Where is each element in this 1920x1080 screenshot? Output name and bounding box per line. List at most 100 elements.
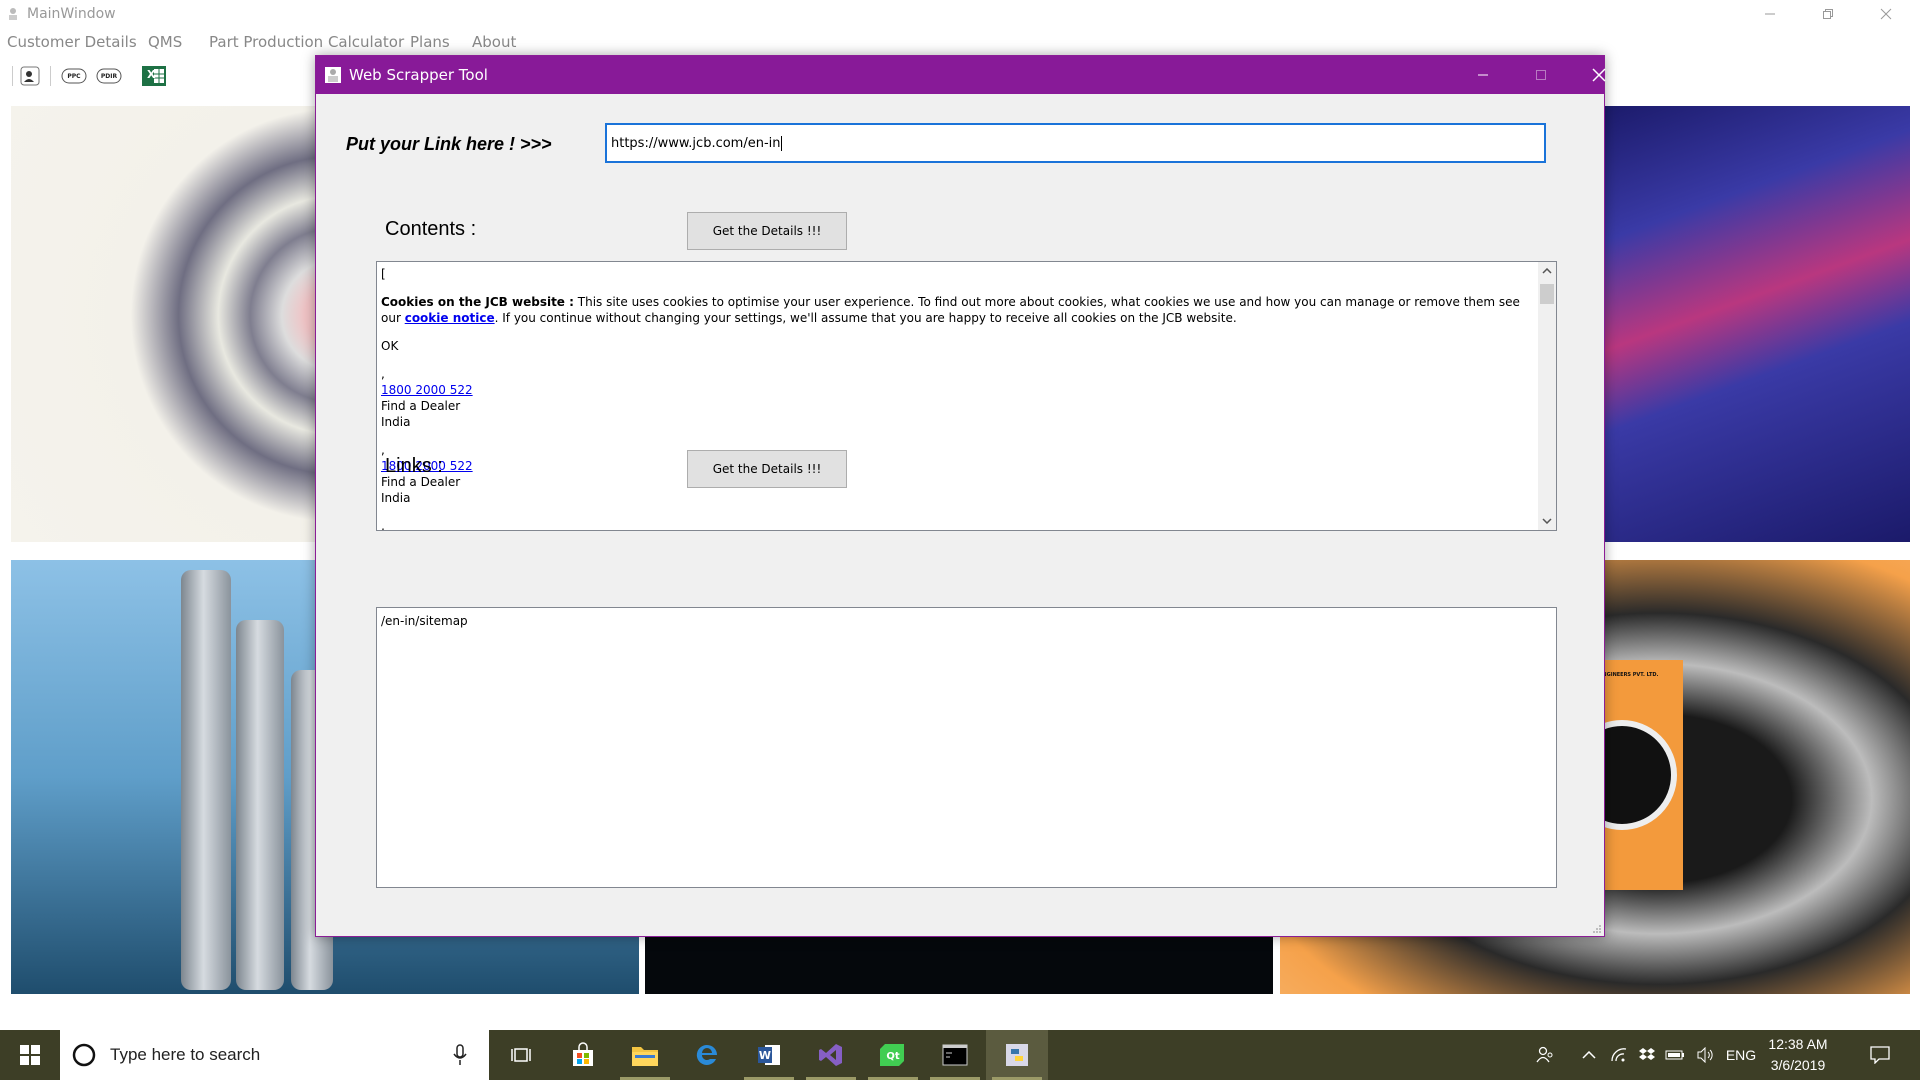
- cookie-heading: Cookies on the JCB website :: [381, 295, 574, 309]
- url-label: Put your Link here ! >>>: [346, 134, 552, 154]
- taskbar-store[interactable]: [552, 1030, 614, 1080]
- toolbar-separator: [12, 66, 13, 86]
- list-separator: ,: [381, 443, 385, 457]
- cortana-icon: [72, 1043, 96, 1067]
- scrollbar-thumb[interactable]: [1540, 284, 1554, 304]
- menu-customer-details[interactable]: Customer Details: [7, 33, 137, 51]
- volume-button[interactable]: [1692, 1030, 1718, 1080]
- contents-label: Contents :: [385, 218, 477, 240]
- visual-studio-icon: [819, 1044, 842, 1066]
- battery-icon: [1665, 1050, 1684, 1060]
- contents-text: [ Cookies on the JCB website : This site…: [381, 266, 1531, 531]
- country-text: India: [381, 415, 411, 429]
- task-view-button[interactable]: [490, 1030, 552, 1080]
- phone-link[interactable]: 1800 2000 522: [381, 383, 473, 397]
- speaker-icon: [1697, 1047, 1713, 1063]
- word-icon: W: [758, 1045, 780, 1065]
- country-text: India: [381, 491, 411, 505]
- show-hidden-icons-button[interactable]: [1576, 1030, 1602, 1080]
- close-icon: [1880, 8, 1892, 20]
- background-image-abstract: [1597, 106, 1910, 542]
- dialog-title: Web Scrapper Tool: [349, 66, 488, 84]
- network-button[interactable]: [1606, 1030, 1632, 1080]
- microphone-icon[interactable]: [453, 1044, 467, 1066]
- contents-open-bracket: [: [381, 267, 386, 281]
- get-contents-button[interactable]: Get the Details !!!: [687, 212, 847, 250]
- taskbar-file-explorer[interactable]: [614, 1030, 676, 1080]
- toolbar-ppc-button[interactable]: PPC: [60, 62, 88, 90]
- scroll-up-arrow[interactable]: [1538, 262, 1556, 280]
- resize-grip-icon[interactable]: [1592, 924, 1602, 934]
- toolbar-excel-button[interactable]: X: [140, 62, 168, 90]
- app-icon: [9, 8, 17, 20]
- find-dealer-text: Find a Dealer: [381, 399, 461, 413]
- taskbar: Type here to search W Qt ENG 12:38 AM 3/…: [0, 1030, 1920, 1080]
- dialog-app-icon: [325, 67, 341, 83]
- contents-scrollbar[interactable]: [1538, 262, 1556, 530]
- windows-icon: [20, 1045, 40, 1065]
- dialog-close-button[interactable]: [1570, 56, 1628, 94]
- menu-plans[interactable]: Plans: [410, 33, 450, 51]
- terminal-icon: [942, 1044, 968, 1066]
- minimize-icon: [1478, 74, 1488, 76]
- text-caret: [780, 135, 782, 151]
- edge-icon: [696, 1044, 717, 1065]
- store-icon: [573, 1042, 593, 1066]
- wifi-icon: [1611, 1048, 1627, 1062]
- menu-part-production-calculator[interactable]: Part Production Calculator: [209, 33, 404, 51]
- find-dealer-text: Find a Dealer: [381, 475, 461, 489]
- excel-label: X: [147, 68, 156, 81]
- taskbar-clock[interactable]: 12:38 AM 3/6/2019: [1760, 1034, 1836, 1076]
- ok-text: OK: [381, 339, 399, 353]
- url-input[interactable]: https://www.jcb.com/en-in: [605, 123, 1546, 163]
- url-value: https://www.jcb.com/en-in: [611, 135, 781, 151]
- language-indicator: ENG: [1725, 1047, 1757, 1063]
- minimize-icon: [1765, 13, 1775, 15]
- links-text: /en-in/sitemap: [381, 614, 468, 628]
- main-window-title: MainWindow: [27, 6, 116, 22]
- taskbar-command-prompt[interactable]: [924, 1030, 986, 1080]
- menu-about[interactable]: About: [472, 33, 516, 51]
- brochure-company-name: ENGINEERS PVT. LTD.: [1599, 672, 1659, 678]
- minimize-button[interactable]: [1742, 0, 1798, 28]
- taskbar-python-app[interactable]: [986, 1030, 1048, 1080]
- start-button[interactable]: [0, 1030, 60, 1080]
- close-button[interactable]: [1858, 0, 1914, 28]
- maximize-icon: [1536, 70, 1546, 80]
- clock-date: 3/6/2019: [1770, 1057, 1826, 1073]
- company-brochure-image: ENGINEERS PVT. LTD.: [1567, 660, 1683, 890]
- web-scrapper-dialog: Web Scrapper Tool Put your Link here ! >…: [315, 55, 1606, 937]
- cookie-notice-link[interactable]: cookie notice: [405, 311, 495, 325]
- main-window-titlebar: MainWindow: [0, 0, 1920, 28]
- chevron-up-icon: [1542, 268, 1552, 274]
- menu-qms[interactable]: QMS: [148, 33, 182, 51]
- people-button[interactable]: [1528, 1030, 1562, 1080]
- toolbar-pdir-button[interactable]: PDIR: [95, 62, 123, 90]
- taskbar-search-box[interactable]: Type here to search: [60, 1030, 489, 1080]
- dropbox-button[interactable]: [1634, 1030, 1660, 1080]
- input-language-button[interactable]: ENG: [1722, 1030, 1760, 1080]
- list-separator: ,: [381, 367, 385, 381]
- links-label: Links :: [385, 455, 443, 477]
- taskbar-word[interactable]: W: [738, 1030, 800, 1080]
- restore-button[interactable]: [1800, 0, 1856, 28]
- pin-image: [181, 570, 231, 990]
- restore-icon: [1823, 9, 1833, 19]
- taskbar-qt-designer[interactable]: Qt: [862, 1030, 924, 1080]
- scroll-down-arrow[interactable]: [1538, 512, 1556, 530]
- close-icon: [1592, 68, 1606, 82]
- battery-button[interactable]: [1662, 1030, 1688, 1080]
- dialog-minimize-button[interactable]: [1454, 56, 1512, 94]
- cookie-notice-paragraph: Cookies on the JCB website : This site u…: [381, 294, 1531, 326]
- list-separator: ,: [381, 519, 385, 531]
- toolbar-separator: [50, 66, 51, 86]
- chevron-up-icon: [1582, 1051, 1596, 1059]
- taskbar-visual-studio[interactable]: [800, 1030, 862, 1080]
- taskbar-edge[interactable]: [676, 1030, 738, 1080]
- links-textbox[interactable]: /en-in/sitemap: [376, 607, 1557, 888]
- svg-text:Qt: Qt: [886, 1051, 900, 1062]
- action-center-button[interactable]: [1860, 1030, 1900, 1080]
- get-links-button[interactable]: Get the Details !!!: [687, 450, 847, 488]
- contents-textbox[interactable]: [ Cookies on the JCB website : This site…: [376, 261, 1557, 531]
- toolbar-customer-button[interactable]: [16, 62, 44, 90]
